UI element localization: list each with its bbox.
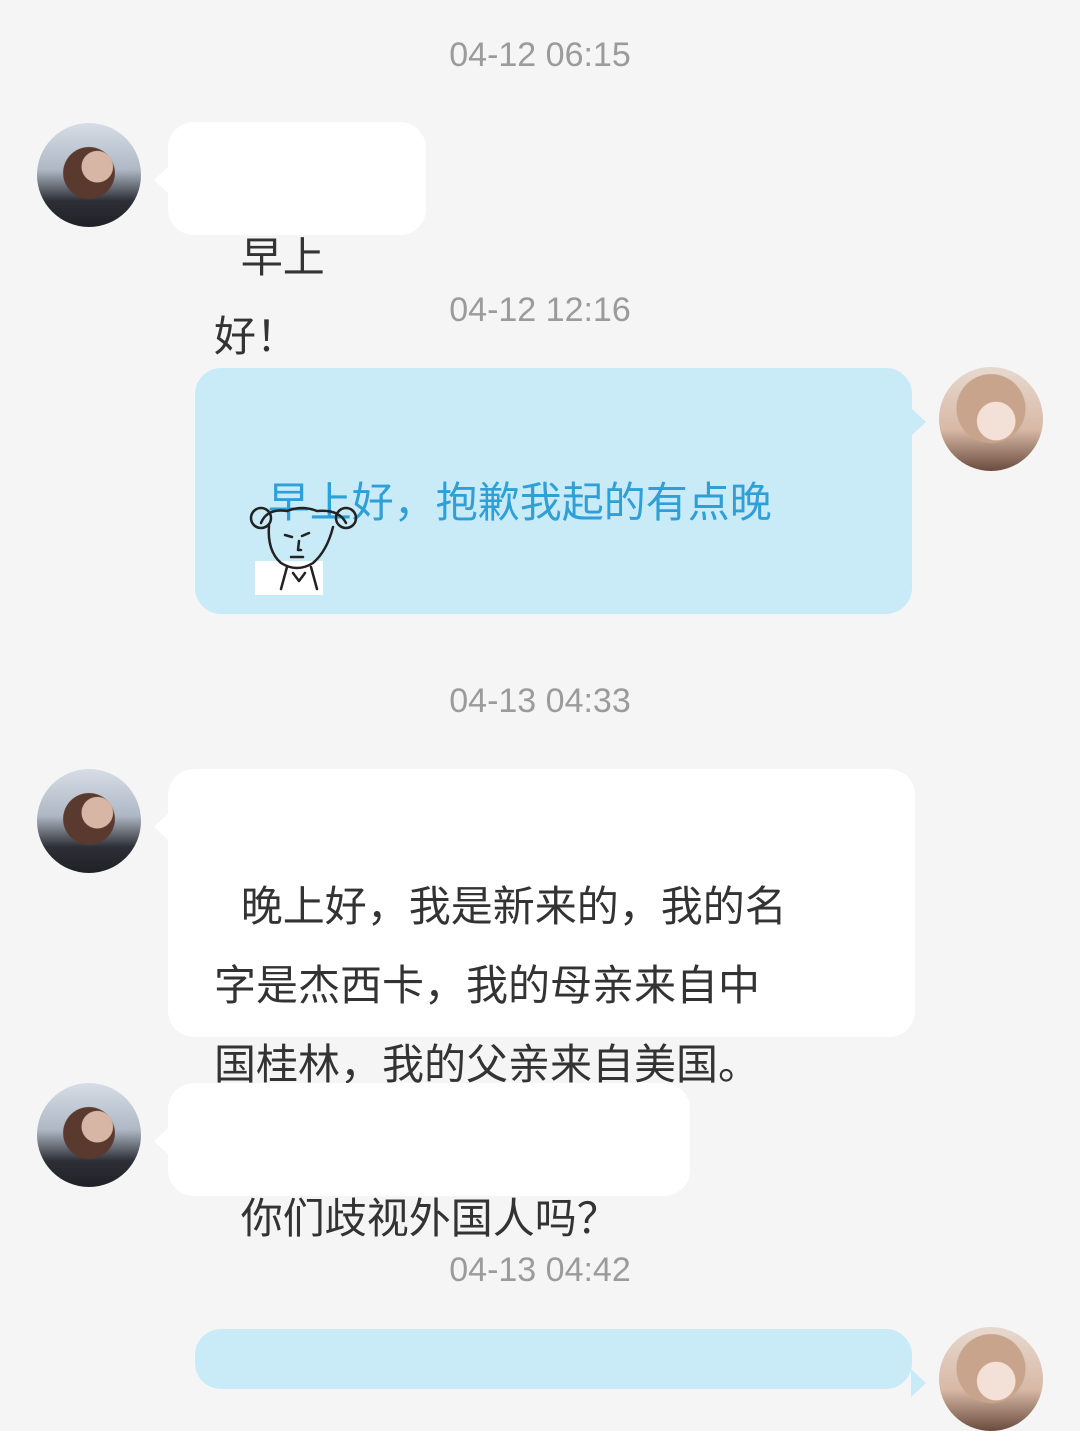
message-bubble-outgoing[interactable] (195, 1329, 926, 1397)
avatar[interactable] (939, 367, 1043, 471)
avatar[interactable] (37, 1083, 141, 1187)
sketch-face-sticker[interactable] (247, 503, 362, 599)
message-bubble-incoming[interactable]: 晚上好，我是新来的，我的名 字是杰西卡，我的母亲来自中 国桂林，我的父亲来自美国… (154, 769, 915, 1089)
message-bubble-incoming[interactable]: 你们歧视外国人吗？ (154, 1083, 690, 1243)
avatar[interactable] (37, 769, 141, 873)
message-text: 你们歧视外国人吗？ (240, 1194, 619, 1243)
timestamp: 04-13 04:42 (449, 1251, 631, 1289)
message-bubble-incoming[interactable]: 早上好！ (154, 122, 426, 361)
timestamp: 04-13 04:33 (449, 682, 631, 720)
timestamp: 04-12 06:15 (449, 36, 631, 74)
avatar[interactable] (939, 1327, 1043, 1431)
avatar[interactable] (37, 123, 141, 227)
timestamp: 04-12 12:16 (449, 291, 631, 329)
message-text: 晚上好，我是新来的，我的名 字是杰西卡，我的母亲来自中 国桂林，我的父亲来自美国… (214, 882, 787, 1089)
